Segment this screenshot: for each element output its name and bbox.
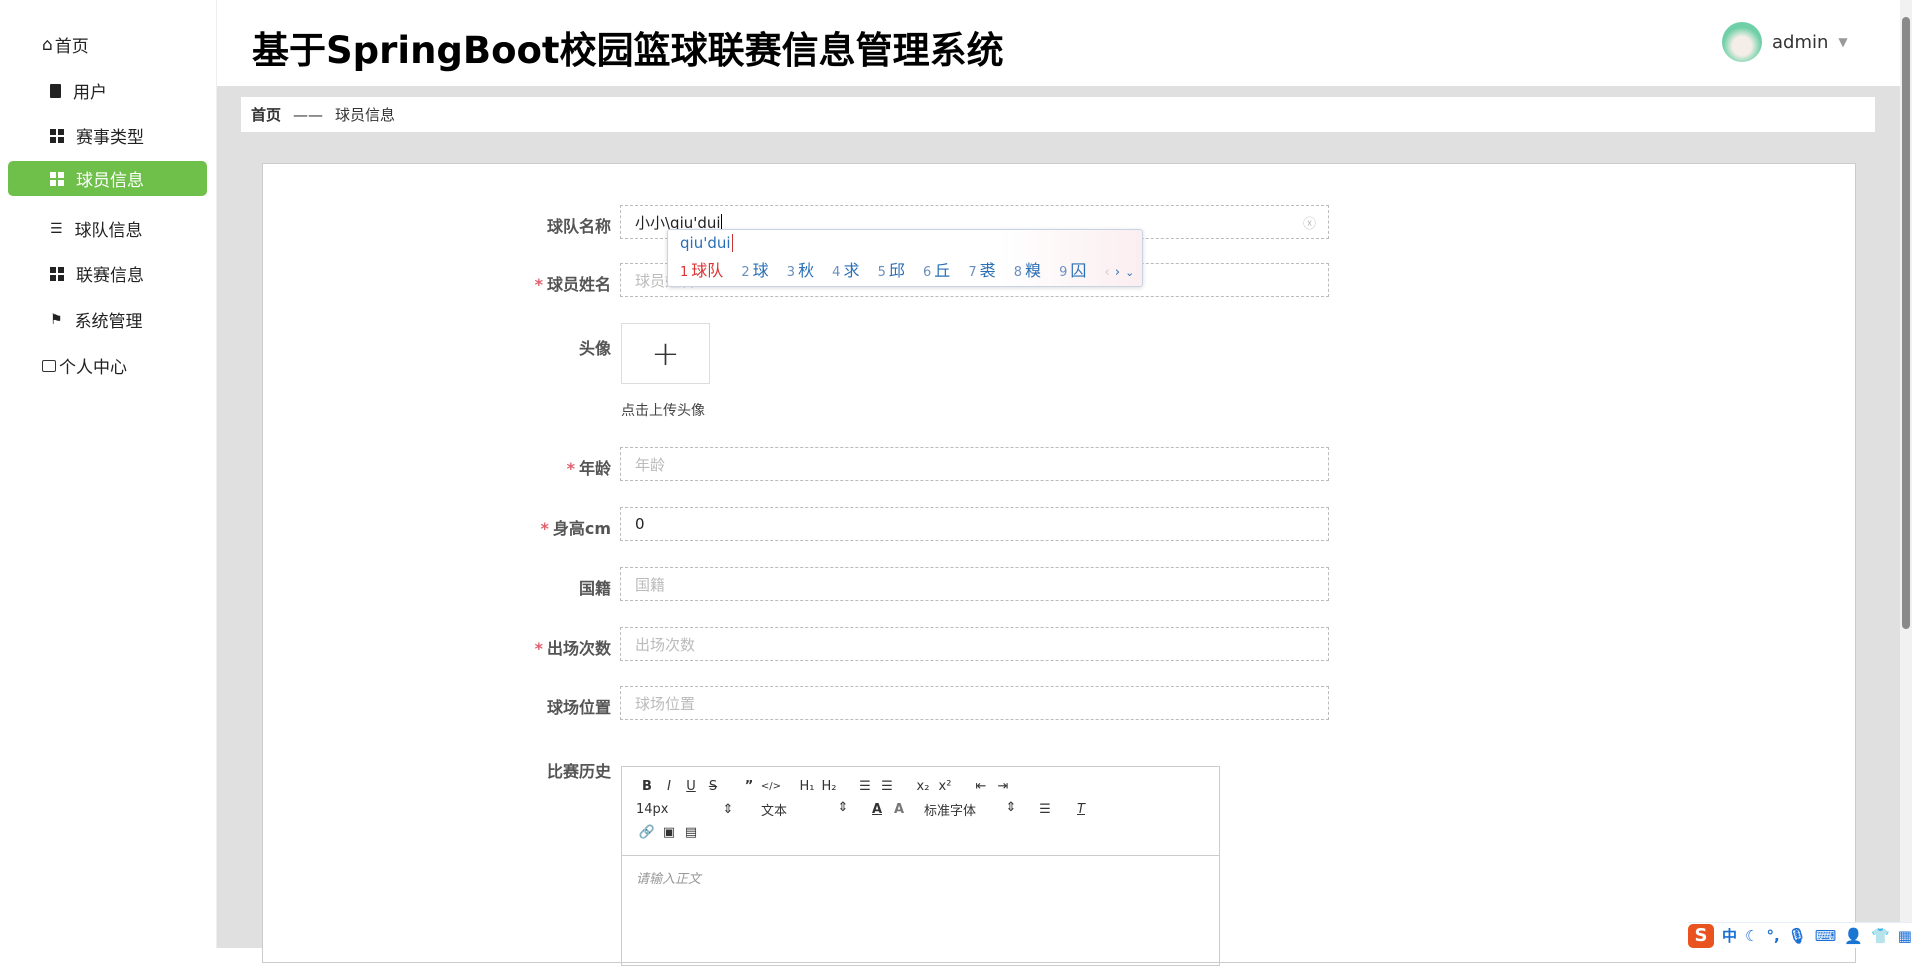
nationality-input[interactable]: 国籍: [620, 567, 1329, 601]
bullet-list-button[interactable]: ☰: [876, 779, 898, 794]
subscript-button[interactable]: x₂: [912, 779, 934, 794]
breadcrumb-home[interactable]: 首页: [251, 104, 281, 125]
strike-button[interactable]: S: [702, 779, 724, 794]
underline-button[interactable]: U: [680, 779, 702, 794]
ime-candidate[interactable]: 3秋: [787, 257, 814, 281]
microphone-icon[interactable]: 🎙: [1788, 927, 1807, 945]
bold-button[interactable]: B: [636, 779, 658, 794]
rich-text-editor: B I U S ” </> H₁ H₂ ☰ ☰ x₂ x² ⇤ ⇥ 14px ⇕ …: [621, 766, 1220, 966]
history-label: 比赛历史: [546, 762, 611, 781]
breadcrumb: 首页 —— 球员信息: [241, 97, 1875, 132]
ime-candidate-popup: qiu'dui 1 球队 2球 3秋 4求 5邱 6丘 7裘 8糗 9囚 ‹ › …: [667, 229, 1143, 287]
sidebar-item-match-types[interactable]: 赛事类型: [8, 118, 207, 153]
ime-toolbar: S 中 ☾ °, 🎙 ⌨ 👤 👕 ▦: [1688, 922, 1912, 948]
sidebar-item-home[interactable]: ⌂ 首页: [8, 27, 207, 62]
avatar-hint: 点击上传头像: [621, 403, 705, 419]
editor-toolbar: B I U S ” </> H₁ H₂ ☰ ☰ x₂ x² ⇤ ⇥ 14px ⇕ …: [622, 767, 1219, 856]
background-color-button[interactable]: A: [888, 802, 910, 817]
appearances-label: * 出场次数: [534, 639, 611, 658]
link-icon[interactable]: 🔗: [636, 825, 658, 840]
ime-candidate[interactable]: 4求: [832, 257, 859, 281]
breadcrumb-current: 球员信息: [335, 106, 396, 124]
code-button[interactable]: </>: [760, 781, 782, 792]
superscript-button[interactable]: x²: [934, 779, 956, 794]
indent-button[interactable]: ⇥: [992, 779, 1014, 794]
list-icon: ☰: [50, 220, 63, 237]
team-name-label: 球队名称: [546, 217, 611, 236]
sidebar-item-leagues[interactable]: 联赛信息: [8, 256, 207, 291]
punctuation-icon[interactable]: °,: [1766, 927, 1779, 945]
ime-candidate[interactable]: 5邱: [878, 257, 905, 281]
page-title: 基于SpringBoot校园篮球联赛信息管理系统: [252, 29, 1004, 72]
keyboard-icon[interactable]: ⌨: [1815, 927, 1837, 945]
plus-icon: +: [651, 333, 680, 374]
clear-format-button[interactable]: T: [1070, 802, 1092, 817]
player-name-label: * 球员姓名: [534, 275, 611, 294]
outdent-button[interactable]: ⇤: [970, 779, 992, 794]
clipboard-icon: [50, 83, 61, 98]
sidebar-item-profile[interactable]: 个人中心: [8, 348, 207, 383]
avatar: [1722, 22, 1762, 62]
ordered-list-button[interactable]: ☰: [854, 779, 876, 794]
h2-button[interactable]: H₂: [818, 779, 840, 794]
sogou-logo-icon[interactable]: S: [1688, 923, 1714, 948]
user-menu[interactable]: admin ▼: [1722, 22, 1848, 62]
align-button[interactable]: ☰: [1034, 802, 1056, 817]
ime-expand-icon[interactable]: ⌄: [1125, 266, 1134, 279]
ime-candidate[interactable]: 8糗: [1014, 257, 1041, 281]
image-icon[interactable]: ▣: [658, 825, 680, 840]
ime-candidate[interactable]: 2球: [741, 257, 768, 281]
font-size-select[interactable]: 14px ⇕: [636, 802, 751, 817]
italic-button[interactable]: I: [658, 779, 680, 794]
ime-mode-toggle[interactable]: 中: [1722, 925, 1737, 946]
scrollbar-thumb[interactable]: [1902, 17, 1910, 629]
grid-icon: [50, 266, 64, 281]
clear-icon[interactable]: ⓧ: [1303, 213, 1316, 232]
sidebar-item-users[interactable]: 用户: [8, 73, 207, 108]
video-icon[interactable]: ▤: [680, 825, 702, 840]
sidebar-item-players[interactable]: 球员信息: [8, 161, 207, 196]
ime-candidate[interactable]: 7裘: [968, 257, 995, 281]
appearances-input[interactable]: 出场次数: [620, 627, 1329, 661]
grid-icon: [50, 128, 64, 143]
moon-icon[interactable]: ☾: [1745, 927, 1758, 945]
editor-body[interactable]: 请输入正文: [622, 856, 1219, 899]
position-input[interactable]: 球场位置: [620, 686, 1329, 720]
age-input[interactable]: 年龄: [620, 447, 1329, 481]
font-family-select[interactable]: 标准字体 ⇕: [924, 800, 1034, 819]
height-label: * 身高cm: [540, 519, 611, 538]
avatar-upload-button[interactable]: +: [621, 323, 710, 384]
chevron-down-icon: ▼: [1838, 35, 1848, 49]
height-input[interactable]: 0: [620, 507, 1329, 541]
header-select[interactable]: 文本 ⇕: [751, 800, 866, 819]
sidebar-item-system[interactable]: ⚑ 系统管理: [8, 302, 207, 337]
blockquote-button[interactable]: ”: [738, 779, 760, 794]
grid-icon: [50, 171, 64, 186]
ime-candidate[interactable]: 9囚: [1059, 257, 1086, 281]
ime-prev-icon[interactable]: ‹: [1105, 265, 1110, 280]
flag-icon: ⚑: [50, 311, 63, 328]
grid-menu-icon[interactable]: ▦: [1898, 927, 1912, 945]
home-icon: ⌂: [42, 34, 53, 55]
card-icon: [42, 359, 56, 372]
sidebar-item-teams[interactable]: ☰ 球队信息: [8, 211, 207, 246]
position-label: 球场位置: [546, 698, 611, 717]
ime-next-icon[interactable]: ›: [1115, 265, 1120, 280]
ime-candidate[interactable]: 6丘: [923, 257, 950, 281]
ime-composition: qiu'dui: [680, 234, 733, 252]
age-label: * 年龄: [566, 459, 611, 478]
font-color-button[interactable]: A: [866, 802, 888, 817]
sidebar: ⌂ 首页 用户 赛事类型 球员信息 ☰ 球队信息 联赛信息 ⚑ 系统管理 个人中心: [0, 0, 217, 948]
skin-icon[interactable]: 👕: [1871, 927, 1890, 945]
user-icon[interactable]: 👤: [1844, 927, 1863, 945]
ime-candidate[interactable]: 1 球队: [680, 257, 723, 281]
avatar-label: 头像: [578, 339, 611, 358]
nationality-label: 国籍: [578, 579, 611, 598]
h1-button[interactable]: H₁: [796, 779, 818, 794]
